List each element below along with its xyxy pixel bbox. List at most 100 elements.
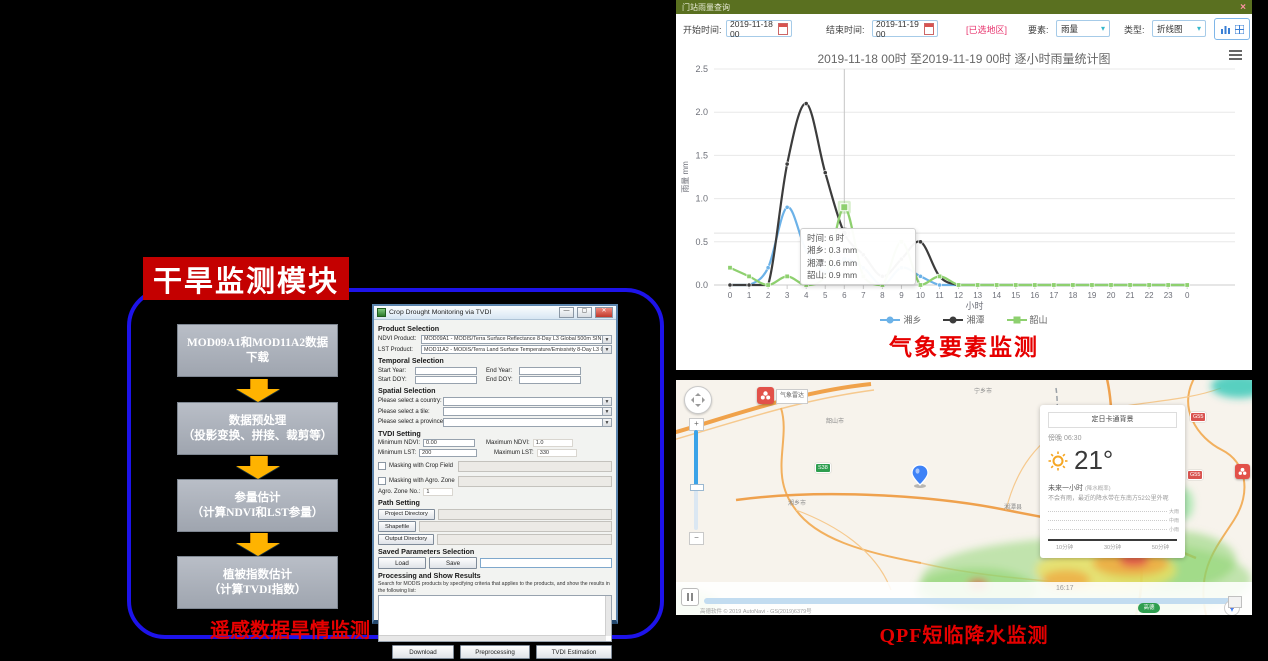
dropdown-caret-icon: ▼ <box>602 336 611 343</box>
max-lst-input[interactable]: 330 <box>537 449 577 457</box>
pause-button[interactable] <box>681 588 699 606</box>
tvdi-window-title: Crop Drought Monitoring via TVDI <box>389 309 556 316</box>
end-year-label: End Year: <box>486 368 516 374</box>
output-directory-button[interactable]: Output Directory <box>378 534 434 545</box>
legend-item[interactable]: 韶山 <box>1007 313 1048 326</box>
weather-popup-card[interactable]: 定日卡通背景 傍晚 06:30 21° 未来一小时 (降水概率) 不会有雨，最近… <box>1040 405 1185 558</box>
legend-item[interactable]: 湘潭 <box>943 313 984 326</box>
section-tvdi-setting: TVDI Setting <box>378 429 612 438</box>
chart-menu-icon[interactable] <box>1229 50 1242 60</box>
mask-crop-checkbox[interactable] <box>378 462 386 470</box>
max-ndvi-input[interactable]: 1.0 <box>533 439 573 447</box>
minimize-button[interactable]: — <box>559 307 574 318</box>
close-button[interactable]: ✕ <box>595 307 613 318</box>
svg-text:11: 11 <box>935 291 944 300</box>
weather-card-header[interactable]: 定日卡通背景 <box>1048 412 1177 428</box>
load-button[interactable]: Load <box>378 557 426 569</box>
zoom-slider-handle[interactable] <box>690 484 704 491</box>
calendar-icon[interactable] <box>778 23 788 35</box>
min-ndvi-input[interactable]: 0.00 <box>423 439 475 447</box>
start-year-input[interactable] <box>415 367 477 375</box>
zoom-slider-fill <box>694 430 698 488</box>
timeline-track[interactable] <box>704 598 1242 604</box>
qpf-map-panel[interactable]: 韶山市 湘乡市 湘潭县 宁乡市 G55 S38 G55 + − 气象雷达 定日卡… <box>676 380 1252 615</box>
start-year-label: Start Year: <box>378 368 412 374</box>
selected-station-marker[interactable] <box>912 465 928 488</box>
zoom-in-button[interactable]: + <box>689 418 704 431</box>
download-button[interactable]: Download <box>392 645 454 659</box>
tvdi-titlebar[interactable]: Crop Drought Monitoring via TVDI — ▢ ✕ <box>374 306 616 320</box>
zoom-out-button[interactable]: − <box>689 532 704 545</box>
mask-crop-label: Masking with Crop Field <box>389 463 455 469</box>
selected-region-link[interactable]: [已选地区] <box>966 23 1007 36</box>
bar-chart-icon[interactable] <box>1221 25 1230 34</box>
svg-text:4: 4 <box>804 291 809 300</box>
calendar-icon[interactable] <box>924 23 934 35</box>
next-hour-note: (降水概率) <box>1085 486 1111 492</box>
min-ndvi-label: Minimum NDVI: <box>378 440 420 446</box>
start-doy-label: Start DOY: <box>378 377 412 383</box>
ndvi-product-select[interactable]: MOD09A1 - MODIS/Terra Surface Reflectanc… <box>421 335 612 344</box>
section-spatial: Spatial Selection <box>378 386 612 395</box>
maximize-button[interactable]: ▢ <box>577 307 592 318</box>
results-list[interactable] <box>378 595 612 642</box>
svg-text:2.5: 2.5 <box>695 64 708 74</box>
pan-up-icon <box>695 390 701 396</box>
tooltip-row: 韶山: 0.9 mm <box>807 269 909 281</box>
spatial-country-select[interactable]: ▼ <box>443 397 612 406</box>
lst-product-select[interactable]: MOD11A2 - MODIS/Terra Land Surface Tempe… <box>421 345 612 354</box>
agro-no-input[interactable]: 1 <box>423 488 453 496</box>
svg-text:1.0: 1.0 <box>695 194 708 204</box>
level-label: 大雨 <box>1167 508 1179 515</box>
svg-text:19: 19 <box>1087 291 1096 300</box>
min-lst-input[interactable]: 200 <box>419 449 477 457</box>
chevron-down-icon: ▾ <box>1197 24 1201 33</box>
frame-time-label: 16:17 <box>1056 585 1074 592</box>
chevron-down-icon: ▾ <box>1101 24 1105 33</box>
vertical-scrollbar[interactable] <box>605 596 611 636</box>
radar-station-marker[interactable] <box>1235 464 1250 479</box>
end-year-input[interactable] <box>519 367 581 375</box>
mask-agro-checkbox[interactable] <box>378 477 386 485</box>
chart-table-toggle[interactable] <box>1214 18 1250 40</box>
saved-params-field[interactable] <box>480 558 612 568</box>
project-directory-button[interactable]: Project Directory <box>378 509 435 520</box>
timeline-handle[interactable] <box>1228 596 1242 608</box>
close-icon[interactable]: × <box>1240 2 1246 13</box>
end-doy-input[interactable] <box>519 376 581 384</box>
save-button[interactable]: Save <box>429 557 477 569</box>
radar-station-marker[interactable] <box>757 387 774 404</box>
svg-text:8: 8 <box>880 291 885 300</box>
level-label: 中雨 <box>1167 517 1179 524</box>
project-directory-field <box>438 509 612 520</box>
svg-text:16: 16 <box>1030 291 1039 300</box>
element-select[interactable]: 雨量▾ <box>1056 20 1110 37</box>
tick-label: 30分钟 <box>1104 543 1121 551</box>
map-attribution: 高德软件 © 2019 AutoNavi - GS(2019)6379号 <box>700 607 812 615</box>
flow-arrow-icon <box>236 456 280 479</box>
map-pan-control[interactable] <box>684 386 712 414</box>
type-select[interactable]: 折线图▾ <box>1152 20 1206 37</box>
preprocessing-button[interactable]: Preprocessing <box>460 645 530 659</box>
start-doy-input[interactable] <box>415 376 477 384</box>
shapefile-field <box>419 521 612 532</box>
legend-item[interactable]: 湘乡 <box>880 313 921 326</box>
dropdown-caret-icon: ▼ <box>602 398 611 405</box>
remote-sensing-caption: 遥感数据旱情监测 <box>190 614 390 643</box>
table-icon[interactable] <box>1235 25 1244 34</box>
shapefile-button[interactable]: Shapefile <box>378 521 416 532</box>
svg-text:22: 22 <box>1145 291 1154 300</box>
dropdown-caret-icon: ▼ <box>602 408 611 415</box>
spatial-tile-select[interactable]: ▼ <box>443 407 612 416</box>
horizontal-scrollbar[interactable] <box>379 635 606 641</box>
svg-text:1.5: 1.5 <box>695 150 708 160</box>
svg-text:14: 14 <box>992 291 1001 300</box>
tick-label: 50分钟 <box>1152 543 1169 551</box>
start-time-input[interactable]: 2019-11-18 00 <box>726 20 792 37</box>
section-path: Path Setting <box>378 498 612 507</box>
output-directory-field <box>437 534 612 545</box>
tvdi-estimation-button[interactable]: TVDI Estimation <box>536 645 612 659</box>
map-provider-logo: 高德 <box>1138 603 1160 613</box>
spatial-province-select[interactable]: ▼ <box>443 418 612 427</box>
end-time-input[interactable]: 2019-11-19 00 <box>872 20 938 37</box>
